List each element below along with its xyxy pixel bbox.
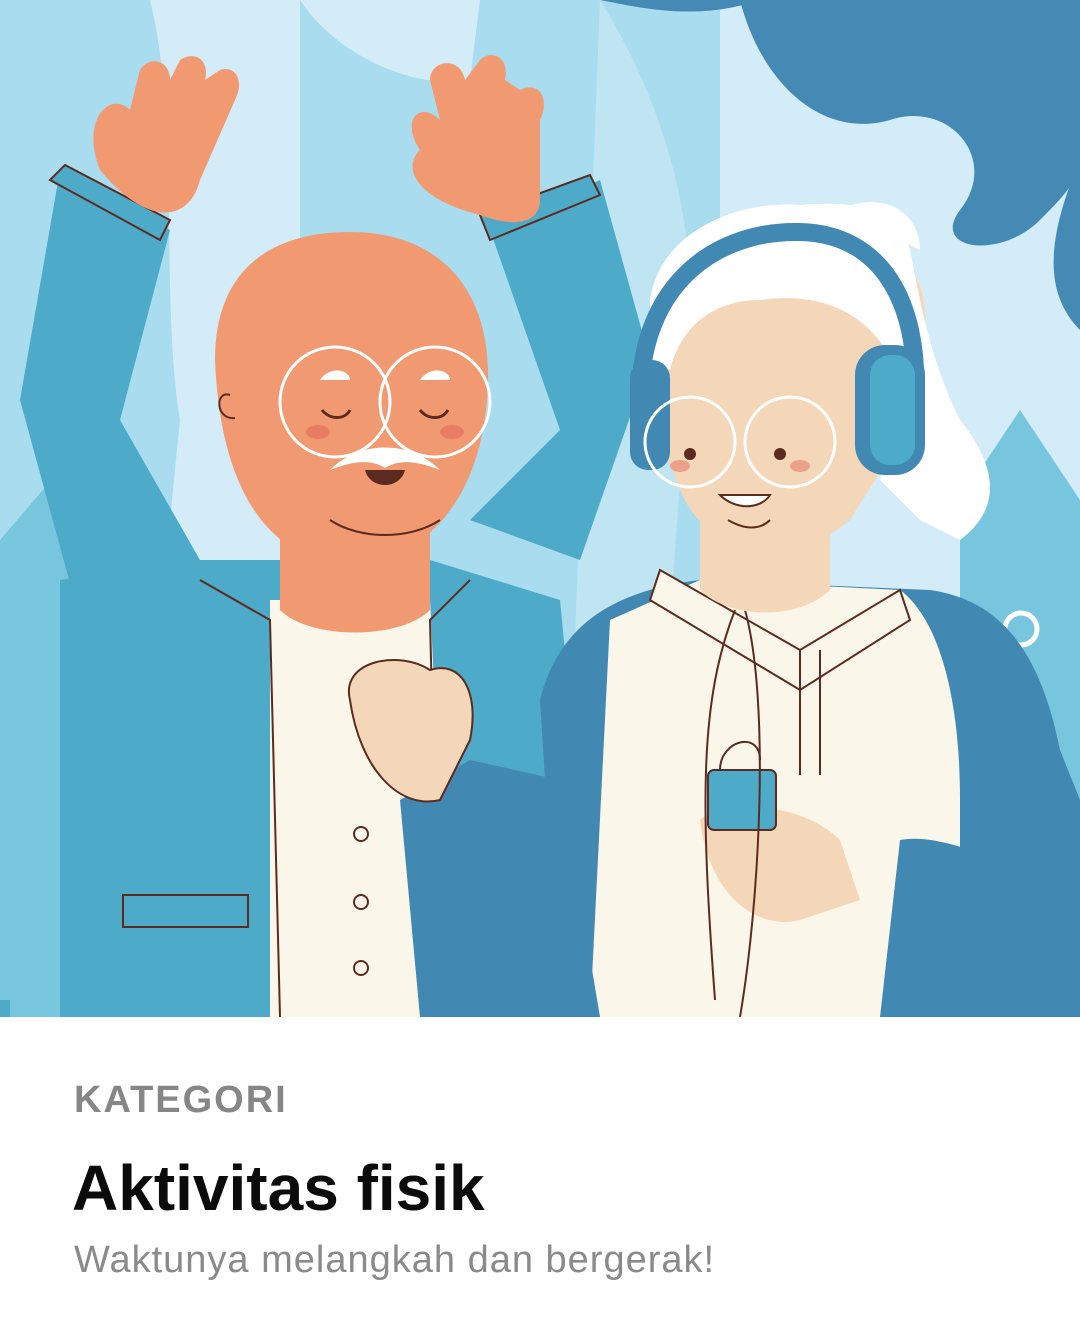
category-card[interactable]: KATEGORI Aktivitas fisik Waktunya melang…: [0, 0, 1080, 1343]
category-label: KATEGORI: [74, 1079, 288, 1121]
category-subtitle: Waktunya melangkah dan bergerak!: [74, 1239, 716, 1281]
hero-illustration: [0, 0, 1080, 1017]
card-text-area: KATEGORI Aktivitas fisik Waktunya melang…: [0, 1017, 1080, 1343]
elderly-couple-illustration: [0, 0, 1080, 1017]
category-title: Aktivitas fisik: [72, 1152, 485, 1224]
